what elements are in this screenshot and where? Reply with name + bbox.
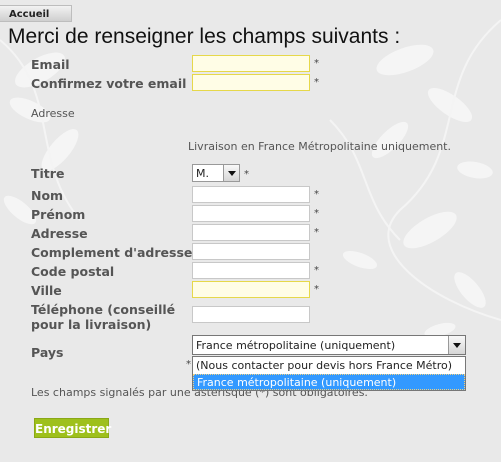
address-section-title: Adresse [31, 107, 75, 120]
postcode-field[interactable] [192, 262, 310, 279]
required-star: * [314, 77, 319, 88]
required-star: * [314, 58, 319, 69]
country-select-value: France métropolitaine (uniquement) [196, 339, 396, 352]
firstname-field[interactable] [192, 205, 310, 222]
lastname-label: Nom [31, 188, 64, 203]
email-label: Email [31, 57, 70, 72]
required-star: * [314, 227, 319, 238]
required-star: * [314, 189, 319, 200]
delivery-note: Livraison en France Métropolitaine uniqu… [188, 140, 451, 153]
lastname-field[interactable] [192, 186, 310, 203]
required-star: * [314, 284, 319, 295]
country-dropdown-list: (Nous contacter pour devis hors France M… [192, 356, 466, 391]
firstname-label: Prénom [31, 207, 86, 222]
country-select[interactable]: France métropolitaine (uniquement) [192, 335, 466, 355]
country-option[interactable]: (Nous contacter pour devis hors France M… [193, 358, 465, 374]
required-star: * [314, 265, 319, 276]
postcode-label: Code postal [31, 264, 115, 279]
email-confirm-label: Confirmez votre email [31, 76, 187, 91]
address2-label: Complement d'adresse [31, 245, 193, 260]
country-label: Pays [31, 345, 64, 360]
address-label: Adresse [31, 226, 88, 241]
phone-label: Téléphone (conseillé pour la livraison) [31, 302, 176, 332]
city-label: Ville [31, 283, 62, 298]
address2-field[interactable] [192, 243, 310, 260]
required-star: * [244, 169, 249, 180]
save-button[interactable]: Enregistrer [34, 418, 111, 438]
email-confirm-field[interactable] [192, 74, 310, 91]
page-title: Merci de renseigner les champs suivants … [8, 25, 401, 48]
email-field[interactable] [192, 55, 310, 72]
required-star: * [314, 208, 319, 219]
title-select-value: M. [196, 167, 209, 180]
required-star: * [186, 359, 191, 370]
chevron-down-icon[interactable] [223, 165, 239, 181]
breadcrumb-home[interactable]: Accueil [0, 5, 72, 22]
chevron-down-icon[interactable] [448, 336, 465, 354]
title-select[interactable]: M. [192, 164, 240, 182]
title-label: Titre [31, 166, 65, 181]
phone-field[interactable] [192, 306, 310, 323]
country-option-selected[interactable]: France métropolitaine (uniquement) [193, 374, 465, 390]
address-field[interactable] [192, 224, 310, 241]
city-field[interactable] [192, 281, 310, 298]
